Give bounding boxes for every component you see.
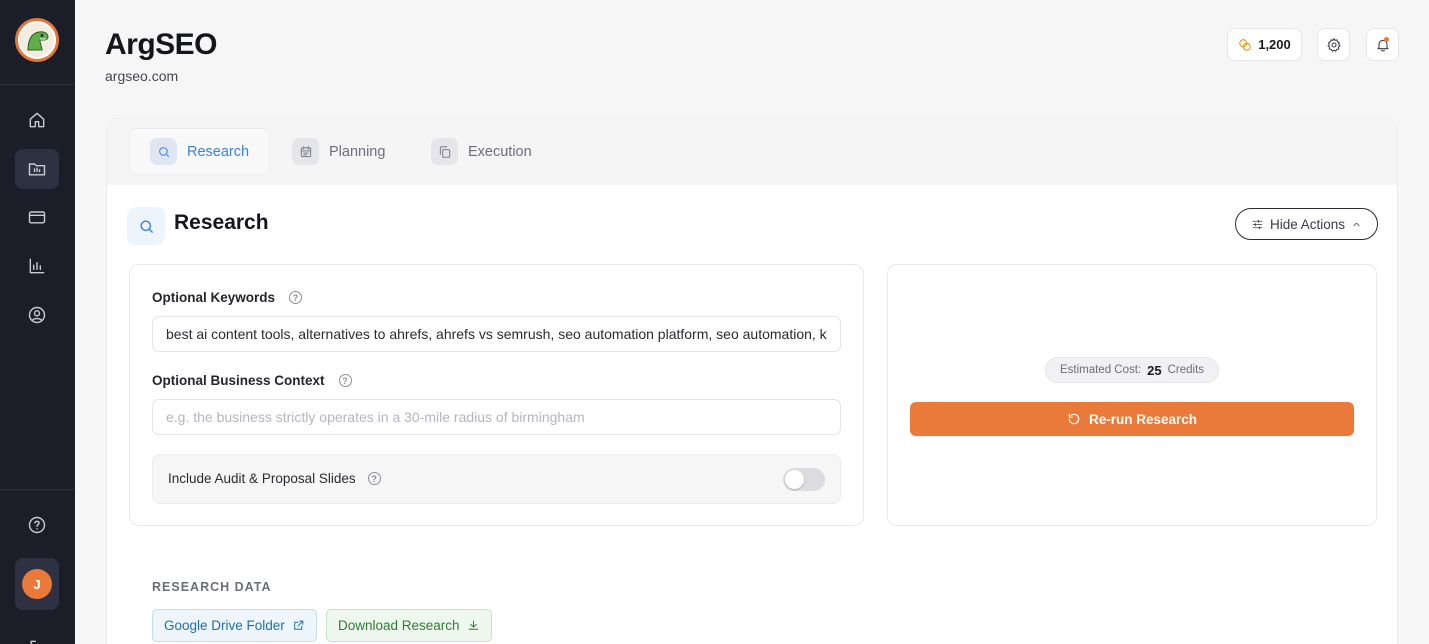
business-context-label-text: Optional Business Context (152, 373, 325, 388)
slides-toggle-row: Include Audit & Proposal Slides ? (152, 454, 841, 504)
drive-label: Google Drive Folder (164, 618, 285, 633)
calendar-icon (292, 138, 319, 165)
help-icon[interactable]: ? (338, 374, 352, 387)
sidebar-item-analytics[interactable] (15, 246, 59, 286)
research-data-heading: RESEARCH DATA (152, 580, 272, 594)
section-title: Research (174, 211, 269, 234)
dinosaur-logo-icon (20, 23, 54, 57)
slides-toggle-label: Include Audit & Proposal Slides ? (168, 471, 381, 486)
home-icon (29, 112, 45, 128)
tab-label: Planning (329, 143, 386, 160)
download-label: Download Research (338, 618, 460, 633)
chevron-up-icon (1353, 222, 1360, 226)
tab-execution[interactable]: Execution (411, 128, 552, 175)
tab-planning[interactable]: Planning (272, 128, 405, 175)
hide-actions-label: Hide Actions (1269, 216, 1346, 232)
sidebar-item-account[interactable] (15, 295, 59, 335)
rerun-research-button[interactable]: Re-run Research (910, 402, 1354, 436)
copy-icon (431, 138, 458, 165)
help-icon (28, 516, 46, 534)
business-context-input[interactable] (152, 399, 841, 435)
google-drive-folder-button[interactable]: Google Drive Folder (152, 609, 317, 642)
business-context-label: Optional Business Context ? (152, 373, 352, 388)
gear-icon (1327, 37, 1340, 52)
credits-value: 1,200 (1258, 37, 1291, 52)
billing-icon (28, 211, 46, 224)
download-icon (468, 620, 478, 630)
sidebar-divider (0, 84, 75, 85)
external-link-icon (294, 620, 304, 630)
tab-label: Execution (468, 143, 532, 160)
help-icon[interactable]: ? (289, 291, 303, 304)
toggle-knob (785, 470, 804, 489)
help-icon[interactable]: ? (367, 472, 381, 485)
analytics-icon (29, 258, 45, 274)
actions-panel: Estimated Cost: 25 Credits Re-run Resear… (887, 264, 1377, 526)
tabs-bar: Research Planning Execution (107, 119, 1397, 185)
cost-unit: Credits (1167, 364, 1205, 376)
main-card: Research Planning Execution Research Hid… (106, 118, 1398, 644)
search-icon (127, 207, 165, 245)
keywords-input[interactable] (152, 316, 841, 352)
cost-value: 25 (1147, 362, 1162, 378)
avatar: J (22, 569, 52, 599)
sidebar: J (0, 0, 75, 644)
notification-dot (1384, 37, 1389, 42)
slides-toggle[interactable] (783, 468, 825, 491)
estimated-cost-badge: Estimated Cost: 25 Credits (1045, 357, 1219, 383)
page-title: ArgSEO (105, 28, 218, 61)
tab-research[interactable]: Research (129, 128, 271, 175)
site-domain: argseo.com (105, 68, 179, 84)
help-button[interactable] (15, 505, 59, 545)
keywords-label-text: Optional Keywords (152, 290, 276, 305)
sliders-icon (1252, 219, 1263, 229)
notifications-button[interactable] (1366, 28, 1399, 61)
download-research-button[interactable]: Download Research (326, 609, 492, 642)
sidebar-item-home[interactable] (15, 100, 59, 140)
sidebar-item-billing[interactable] (15, 197, 59, 237)
settings-button[interactable] (1317, 28, 1350, 61)
research-form: Optional Keywords ? Optional Business Co… (129, 264, 864, 526)
hide-actions-button[interactable]: Hide Actions (1235, 208, 1378, 240)
keywords-label: Optional Keywords ? (152, 290, 303, 305)
sidebar-item-projects[interactable] (15, 149, 59, 189)
cost-label: Estimated Cost: (1059, 364, 1142, 376)
search-icon (150, 138, 177, 165)
logout-icon (30, 640, 39, 644)
sidebar-divider (0, 489, 75, 490)
tab-label: Research (187, 143, 250, 160)
app-logo[interactable] (15, 18, 59, 62)
coins-icon (1239, 38, 1252, 51)
slides-toggle-label-text: Include Audit & Proposal Slides (168, 471, 356, 486)
credits-balance[interactable]: 1,200 (1227, 28, 1302, 61)
logout-button[interactable] (15, 628, 59, 644)
projects-icon (28, 163, 46, 176)
user-menu[interactable]: J (15, 558, 59, 610)
account-icon (28, 306, 46, 324)
refresh-icon (1068, 413, 1080, 425)
rerun-label: Re-run Research (1088, 411, 1198, 427)
